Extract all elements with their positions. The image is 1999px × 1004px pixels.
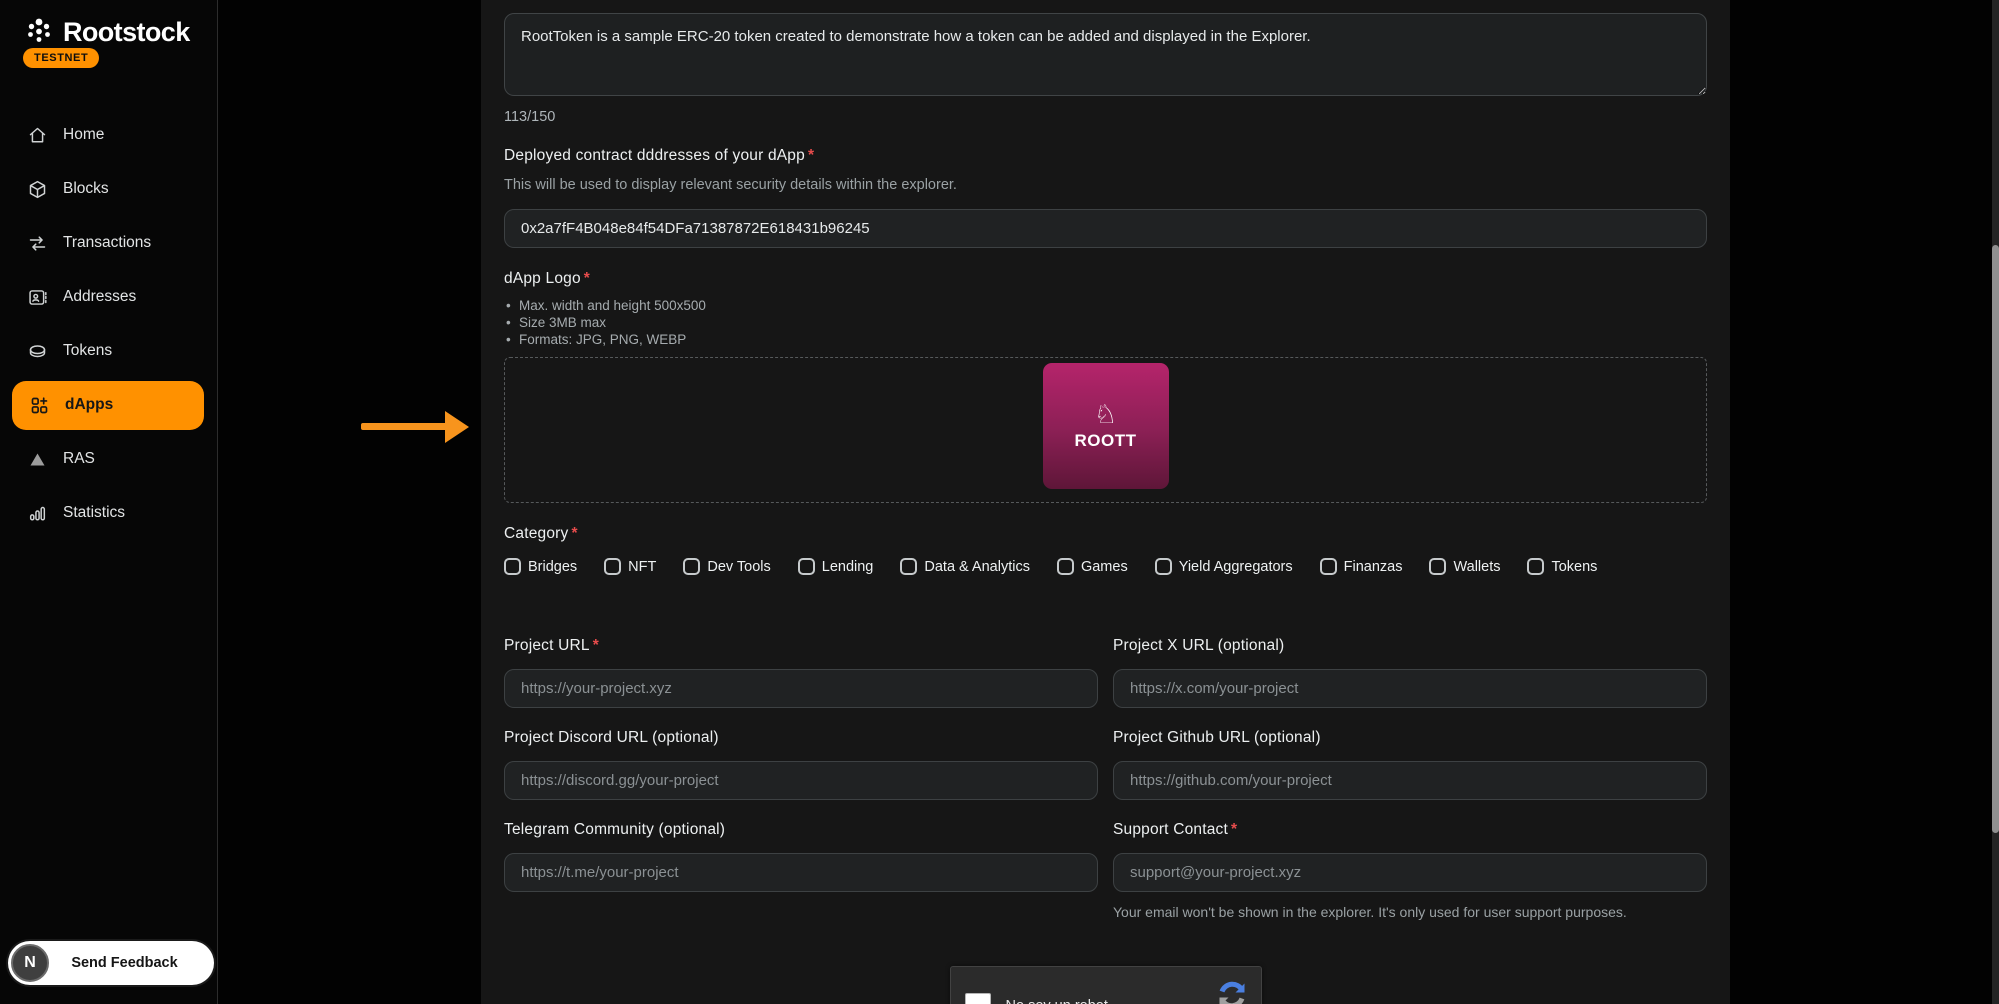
- category-option-tokens: Tokens: [1527, 558, 1597, 575]
- category-checkbox[interactable]: [504, 558, 521, 575]
- blocks-icon: [27, 179, 48, 200]
- sidebar-item-label: RAS: [63, 450, 95, 468]
- category-label: Category*: [504, 525, 1707, 543]
- token-symbol: ROOTT: [1075, 431, 1137, 451]
- sidebar-item-addresses[interactable]: Addresses: [0, 270, 217, 324]
- url-fields-grid: Project URL* Project X URL (optional) Pr…: [504, 637, 1707, 920]
- sidebar-item-dapps[interactable]: dApps: [0, 378, 217, 432]
- project-github-url-input[interactable]: [1113, 761, 1707, 800]
- category-checkbox[interactable]: [1429, 558, 1446, 575]
- logo-dropzone[interactable]: ♘ ROOTT: [504, 357, 1707, 503]
- category-checkbox[interactable]: [900, 558, 917, 575]
- testnet-badge: TESTNET: [23, 48, 99, 68]
- sidebar-item-statistics[interactable]: Statistics: [0, 486, 217, 540]
- recaptcha-row: No soy un robot: [504, 966, 1707, 1004]
- recaptcha-widget: No soy un robot: [950, 966, 1262, 1004]
- dapp-logo-label: dApp Logo*: [504, 270, 1707, 288]
- category-option-yield-aggregators: Yield Aggregators: [1155, 558, 1293, 575]
- project-discord-url-input[interactable]: [504, 761, 1098, 800]
- category-options: Bridges NFT Dev Tools Lending Data & Ana…: [504, 558, 1707, 575]
- recaptcha-logo-icon: [1215, 978, 1249, 1004]
- logo-rules-list: Max. width and height 500x500 Size 3MB m…: [504, 297, 1707, 348]
- token-knight-icon: ♘: [1094, 401, 1117, 427]
- support-contact-note: Your email won't be shown in the explore…: [1113, 904, 1707, 920]
- project-x-url-field: Project X URL (optional): [1113, 637, 1707, 708]
- feedback-avatar: N: [11, 944, 49, 982]
- sidebar-item-label: Tokens: [63, 342, 112, 360]
- category-option-bridges: Bridges: [504, 558, 577, 575]
- sidebar-item-label: Statistics: [63, 504, 125, 522]
- contract-address-input[interactable]: [504, 209, 1707, 248]
- recaptcha-label: No soy un robot: [1006, 998, 1108, 1004]
- sidebar-item-tokens[interactable]: Tokens: [0, 324, 217, 378]
- category-option-wallets: Wallets: [1429, 558, 1500, 575]
- required-asterisk: *: [593, 637, 599, 654]
- annotation-arrow-icon: [361, 411, 469, 443]
- category-checkbox[interactable]: [1320, 558, 1337, 575]
- project-discord-url-field: Project Discord URL (optional): [504, 729, 1098, 800]
- category-checkbox[interactable]: [1527, 558, 1544, 575]
- brand: Rootstock: [22, 13, 190, 52]
- project-x-url-input[interactable]: [1113, 669, 1707, 708]
- category-option-data-analytics: Data & Analytics: [900, 558, 1030, 575]
- telegram-community-field: Telegram Community (optional): [504, 821, 1098, 920]
- logo-rule: Size 3MB max: [504, 314, 1707, 331]
- sidebar-item-ras[interactable]: RAS: [0, 432, 217, 486]
- category-checkbox[interactable]: [604, 558, 621, 575]
- category-option-dev-tools: Dev Tools: [683, 558, 770, 575]
- transactions-icon: [27, 233, 48, 254]
- required-asterisk: *: [1231, 821, 1237, 838]
- category-checkbox[interactable]: [798, 558, 815, 575]
- contract-address-label: Deployed contract dddresses of your dApp…: [504, 147, 1707, 165]
- sidebar-item-transactions[interactable]: Transactions: [0, 216, 217, 270]
- support-contact-field: Support Contact* Your email won't be sho…: [1113, 821, 1707, 920]
- category-checkbox[interactable]: [1057, 558, 1074, 575]
- required-asterisk: *: [808, 147, 814, 164]
- sidebar: Rootstock TESTNET Home Blocks: [0, 0, 218, 1004]
- rootstock-logo-icon: [22, 13, 56, 52]
- scrollbar-track[interactable]: [1992, 0, 1999, 1004]
- category-option-lending: Lending: [798, 558, 874, 575]
- sidebar-item-label: Transactions: [63, 234, 151, 252]
- contract-address-helper: This will be used to display relevant se…: [504, 177, 1707, 193]
- category-option-finanzas: Finanzas: [1320, 558, 1403, 575]
- sidebar-item-label: dApps: [65, 396, 113, 414]
- sidebar-item-label: Addresses: [63, 288, 136, 306]
- sidebar-item-label: Home: [63, 126, 104, 144]
- sidebar-item-blocks[interactable]: Blocks: [0, 162, 217, 216]
- addresses-icon: [27, 287, 48, 308]
- project-url-field: Project URL*: [504, 637, 1098, 708]
- sidebar-item-home[interactable]: Home: [0, 108, 217, 162]
- scrollbar-thumb[interactable]: [1992, 245, 1999, 833]
- dapp-form-panel: RootToken is a sample ERC-20 token creat…: [481, 0, 1730, 1004]
- page: Rootstock TESTNET Home Blocks: [0, 0, 1999, 1004]
- project-github-url-field: Project Github URL (optional): [1113, 729, 1707, 800]
- required-asterisk: *: [572, 525, 578, 542]
- category-checkbox[interactable]: [683, 558, 700, 575]
- required-asterisk: *: [584, 270, 590, 287]
- support-contact-input[interactable]: [1113, 853, 1707, 892]
- send-feedback-button[interactable]: N Send Feedback: [8, 941, 214, 985]
- brand-name: Rootstock: [63, 17, 190, 48]
- project-url-input[interactable]: [504, 669, 1098, 708]
- home-icon: [27, 125, 48, 146]
- category-option-games: Games: [1057, 558, 1128, 575]
- dapp-description-textarea[interactable]: RootToken is a sample ERC-20 token creat…: [504, 13, 1707, 96]
- sidebar-nav: Home Blocks Transactions: [0, 108, 217, 540]
- statistics-icon: [27, 503, 48, 524]
- logo-rule: Max. width and height 500x500: [504, 297, 1707, 314]
- recaptcha-checkbox[interactable]: [965, 993, 991, 1004]
- ras-icon: [27, 449, 48, 470]
- sidebar-item-label: Blocks: [63, 180, 109, 198]
- character-counter: 113/150: [504, 109, 1707, 125]
- telegram-community-input[interactable]: [504, 853, 1098, 892]
- dapps-icon: [29, 395, 50, 416]
- logo-rule: Formats: JPG, PNG, WEBP: [504, 331, 1707, 348]
- category-option-nft: NFT: [604, 558, 656, 575]
- feedback-label: Send Feedback: [49, 955, 200, 971]
- sidebar-item-dapps-pill: dApps: [12, 381, 204, 430]
- logo-preview-tile: ♘ ROOTT: [1043, 363, 1169, 489]
- category-checkbox[interactable]: [1155, 558, 1172, 575]
- tokens-icon: [27, 341, 48, 362]
